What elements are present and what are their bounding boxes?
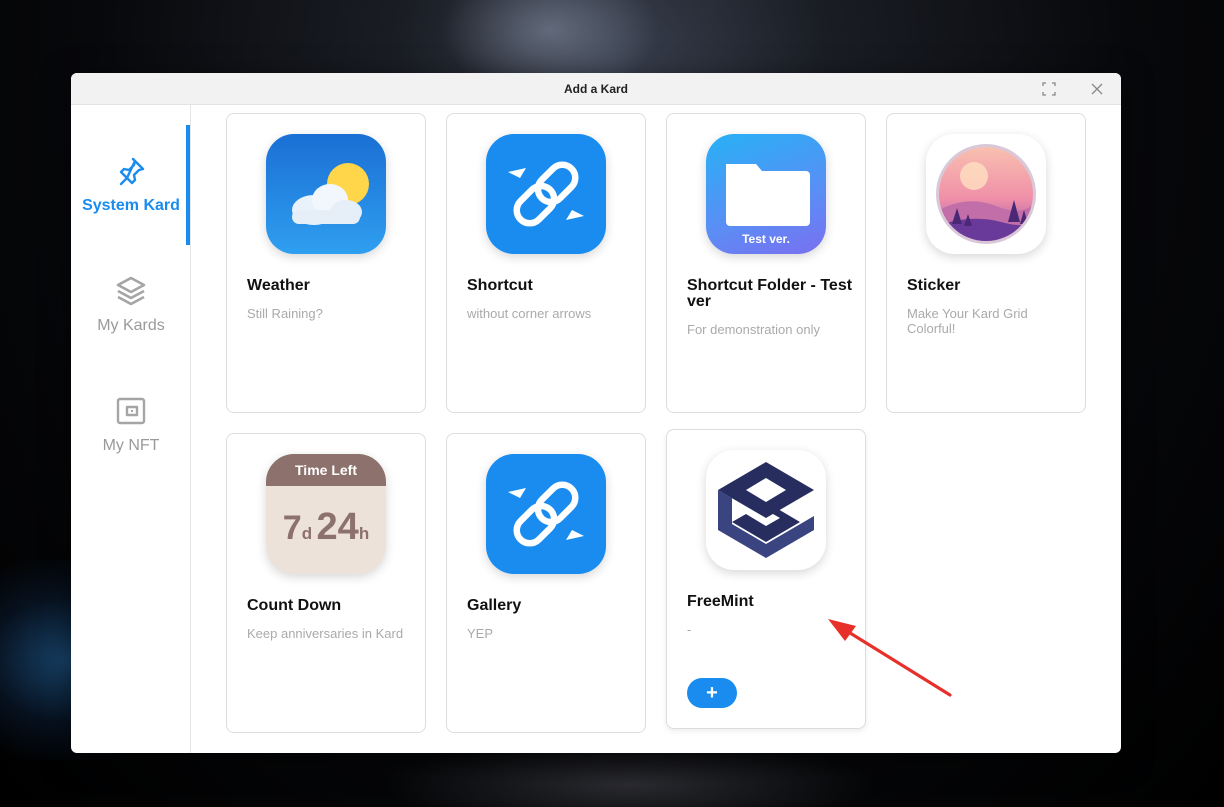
sidebar-item-label: My Kards [97, 317, 165, 334]
sticker-icon [926, 134, 1046, 254]
kard-sticker[interactable]: Sticker Make Your Kard Grid Colorful! [886, 113, 1086, 413]
kard-name: FreeMint [687, 593, 754, 610]
dialog-title: Add a Kard [563, 81, 628, 96]
add-kard-dialog: Add a Kard System Kard My Kards My NFT W… [71, 73, 1121, 753]
kard-name: Gallery [467, 597, 522, 614]
stack-icon [116, 276, 146, 306]
kard-gallery[interactable]: Gallery YEP [446, 433, 646, 733]
kard-description: Keep anniversaries in Kard [247, 626, 404, 641]
freemint-logo-icon [706, 450, 826, 570]
maximize-icon [1042, 82, 1056, 96]
kard-name: Shortcut Folder - Test ver [687, 277, 853, 310]
maximize-button[interactable] [1041, 81, 1057, 97]
close-button[interactable] [1089, 81, 1105, 97]
link-icon [486, 454, 606, 574]
sidebar-item-my-kards[interactable]: My Kards [71, 245, 191, 365]
link-icon [486, 134, 606, 254]
sidebar: System Kard My Kards My NFT [71, 105, 191, 753]
countdown-days-unit: d [301, 524, 313, 543]
close-icon [1091, 83, 1103, 95]
countdown-header: Time Left [266, 454, 386, 486]
pin-icon [119, 157, 145, 186]
kard-shortcut[interactable]: Shortcut without corner arrows [446, 113, 646, 413]
countdown-icon: Time Left 7d 24h [266, 454, 386, 574]
kard-shortcut-folder[interactable]: Test ver. Shortcut Folder - Test ver For… [666, 113, 866, 413]
countdown-value: 7d 24h [266, 506, 386, 549]
add-kard-button[interactable]: + [687, 678, 737, 708]
kard-description: Make Your Kard Grid Colorful! [907, 306, 1028, 336]
kard-description: without corner arrows [467, 306, 592, 321]
kard-weather[interactable]: Weather Still Raining? [226, 113, 426, 413]
countdown-hours-unit: h [358, 524, 370, 543]
wallet-icon [116, 397, 146, 425]
annotation-arrow-icon [828, 619, 952, 697]
kard-grid: Weather Still Raining? Shortcut without … [191, 105, 1121, 753]
kard-description: Still Raining? [247, 306, 323, 321]
kard-name: Shortcut [467, 277, 533, 294]
countdown-hours: 24 [316, 506, 359, 548]
kard-name: Sticker [907, 277, 961, 294]
kard-description: For demonstration only [687, 322, 820, 337]
sidebar-item-label: System Kard [82, 197, 180, 214]
kard-name: Weather [247, 277, 310, 294]
kard-count-down[interactable]: Time Left 7d 24h Count Down Keep anniver… [226, 433, 426, 733]
sidebar-item-my-nft[interactable]: My NFT [71, 365, 191, 485]
title-bar: Add a Kard [71, 73, 1121, 105]
sidebar-item-system-kard[interactable]: System Kard [71, 125, 191, 245]
folder-icon: Test ver. [706, 134, 826, 254]
sidebar-item-label: My NFT [102, 437, 160, 454]
kard-name: Count Down [247, 597, 342, 614]
folder-badge: Test ver. [742, 232, 790, 246]
kard-description: YEP [467, 626, 494, 641]
countdown-days: 7 [282, 509, 302, 547]
weather-icon [266, 134, 386, 254]
